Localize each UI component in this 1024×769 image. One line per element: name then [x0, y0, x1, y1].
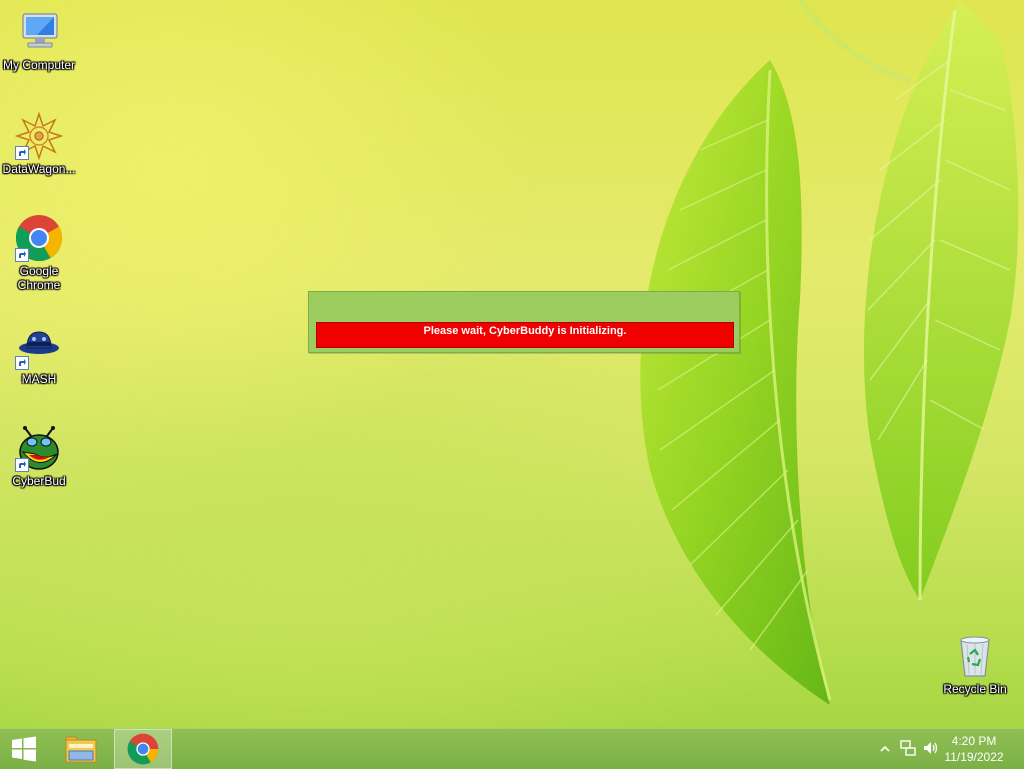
system-tray: 4:20 PM 11/19/2022 — [864, 729, 1024, 769]
desktop-icon-label: Google Chrome — [17, 264, 61, 292]
initializing-progress-bar: Please wait, CyberBuddy is Initializing. — [316, 322, 734, 348]
desktop-icon-label: MASH — [21, 372, 57, 386]
desktop-icon-label: CyberBud — [12, 474, 66, 488]
desktop-icon-my-computer[interactable]: My Computer — [0, 8, 78, 72]
shortcut-arrow-icon — [15, 146, 29, 160]
shortcut-arrow-icon — [15, 248, 29, 262]
taskbar-file-explorer[interactable] — [52, 729, 110, 769]
computer-icon — [15, 8, 63, 56]
cyberbuddy-splash-dialog: Please wait, CyberBuddy is Initializing. — [308, 291, 740, 353]
taskbar: 4:20 PM 11/19/2022 — [0, 728, 1024, 769]
recycle-bin-icon — [951, 632, 999, 680]
desktop-icon-google-chrome[interactable]: Google Chrome — [0, 214, 78, 292]
mash-hat-icon — [15, 322, 63, 370]
desktop[interactable]: My Computer DataWagon... Google Chrome M… — [0, 0, 1024, 728]
desktop-icon-datawagon[interactable]: DataWagon... — [0, 111, 78, 176]
desktop-icon-mash[interactable]: MASH — [0, 322, 78, 386]
taskbar-google-chrome[interactable] — [114, 729, 172, 769]
clock-time: 4:20 PM — [951, 734, 997, 748]
wallpaper-leaves — [640, 0, 1019, 705]
show-hidden-icons-chevron-icon[interactable] — [880, 741, 890, 759]
folder-icon — [65, 736, 97, 763]
shortcut-arrow-icon — [15, 458, 29, 472]
chrome-icon — [15, 214, 63, 262]
desktop-icon-label: Recycle Bin — [943, 682, 1007, 696]
network-icon[interactable] — [900, 740, 916, 761]
desktop-icon-label: DataWagon... — [2, 162, 76, 176]
shortcut-arrow-icon — [15, 356, 29, 370]
cyberbud-icon — [15, 424, 63, 472]
chrome-icon — [127, 733, 159, 765]
desktop-icon-label: My Computer — [2, 58, 76, 72]
windows-logo-icon — [12, 736, 36, 762]
clock-date: 11/19/2022 — [944, 750, 1004, 764]
clock[interactable]: 4:20 PM 11/19/2022 — [934, 733, 1014, 765]
desktop-icon-recycle-bin[interactable]: Recycle Bin — [936, 632, 1014, 696]
start-button[interactable] — [0, 729, 48, 769]
splash-message: Please wait, CyberBuddy is Initializing. — [423, 325, 627, 337]
datawagon-icon — [14, 111, 64, 161]
desktop-icon-cyberbud[interactable]: CyberBud — [0, 424, 78, 488]
